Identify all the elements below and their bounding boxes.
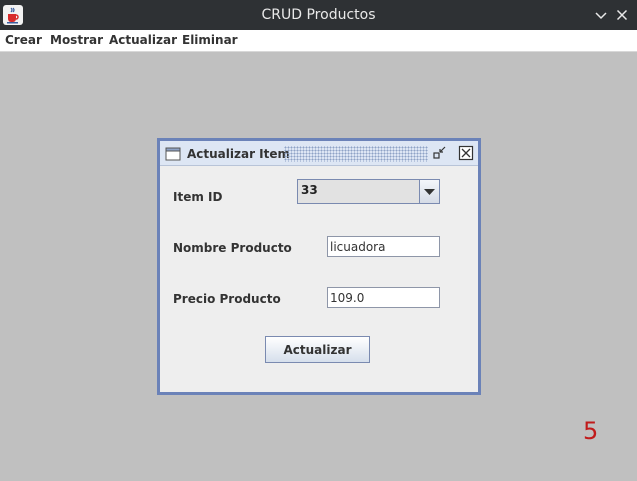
close-box-icon[interactable]	[458, 145, 474, 161]
titlebar-texture	[284, 146, 428, 162]
window-title: CRUD Productos	[261, 7, 376, 23]
combo-arrow-button[interactable]	[419, 180, 439, 203]
precio-producto-field[interactable]	[327, 287, 440, 308]
triangle-down-icon	[424, 189, 435, 195]
frame-titlebar[interactable]: Actualizar Item	[160, 141, 478, 166]
chevron-down-icon[interactable]	[593, 7, 609, 23]
overlay-step-number: 5	[583, 417, 599, 445]
window-titlebar[interactable]: CRUD Productos	[0, 0, 637, 30]
nombre-producto-label: Nombre Producto	[173, 241, 292, 255]
actualizar-item-frame: Actualizar Item Item ID 33 Nombre Produc…	[157, 138, 481, 395]
precio-producto-label: Precio Producto	[173, 292, 281, 306]
window-icon	[165, 147, 181, 161]
menu-mostrar[interactable]: Mostrar	[50, 30, 103, 51]
item-id-selected-value: 33	[301, 183, 318, 197]
menu-actualizar[interactable]: Actualizar	[109, 30, 177, 51]
menubar: Crear Mostrar Actualizar Eliminar	[0, 30, 637, 52]
nombre-producto-field[interactable]	[327, 236, 440, 257]
menu-crear[interactable]: Crear	[5, 30, 42, 51]
item-id-combobox[interactable]: 33	[297, 179, 440, 204]
close-icon[interactable]	[614, 7, 630, 23]
actualizar-button[interactable]: Actualizar	[265, 336, 370, 363]
frame-title: Actualizar Item	[187, 147, 291, 161]
item-id-label: Item ID	[173, 190, 223, 204]
menu-eliminar[interactable]: Eliminar	[182, 30, 238, 51]
iconify-icon[interactable]	[432, 145, 448, 161]
